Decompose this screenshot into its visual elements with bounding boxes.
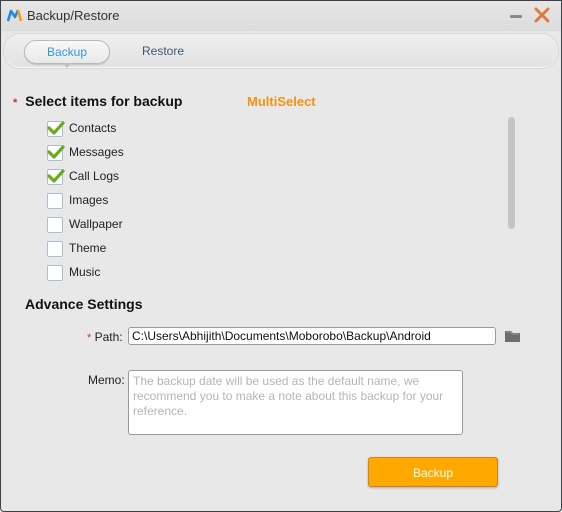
select-items-title: Select items for backup (25, 93, 183, 109)
memo-textarea[interactable] (128, 370, 463, 435)
checkbox[interactable] (47, 265, 63, 281)
window-title: Backup/Restore (27, 8, 120, 23)
item-label: Wallpaper (69, 217, 123, 231)
path-input[interactable] (128, 327, 496, 345)
checkmark-icon (47, 121, 65, 135)
checkbox[interactable] (47, 193, 63, 209)
folder-icon[interactable] (504, 329, 522, 343)
checkmark-icon (47, 145, 65, 159)
select-items-heading: * Select items for backup (13, 93, 182, 109)
backup-restore-window: Backup/Restore Backup Restore * Select it… (0, 0, 562, 512)
tab-restore[interactable]: Restore (128, 40, 198, 62)
path-required-mark: * (87, 332, 92, 344)
checkbox[interactable] (47, 169, 65, 185)
checkbox[interactable] (47, 145, 65, 161)
checkbox[interactable] (47, 241, 63, 257)
item-label: Music (69, 265, 101, 279)
path-label: * Path: (87, 330, 123, 344)
tab-bar: Backup Restore (3, 33, 559, 69)
item-label: Messages (69, 145, 124, 159)
advance-settings-title: Advance Settings (25, 296, 143, 312)
multiselect-link[interactable]: MultiSelect (247, 94, 316, 109)
minimize-button[interactable] (508, 9, 524, 23)
checkmark-icon (47, 169, 65, 183)
memo-label: Memo: (88, 373, 125, 387)
close-icon[interactable] (533, 6, 551, 24)
moborobo-logo-icon (7, 9, 23, 22)
checkbox[interactable] (47, 217, 63, 233)
item-label: Contacts (69, 121, 117, 135)
backup-button[interactable]: Backup (368, 457, 498, 487)
required-mark: * (13, 97, 18, 109)
item-label: Images (69, 193, 109, 207)
path-label-text: Path: (94, 330, 123, 344)
items-scrollbar[interactable] (508, 117, 515, 229)
item-label: Theme (69, 241, 107, 255)
item-label: Call Logs (69, 169, 120, 183)
tab-backup[interactable]: Backup (24, 40, 110, 68)
checkbox[interactable] (47, 121, 65, 137)
title-bar: Backup/Restore (1, 1, 561, 31)
